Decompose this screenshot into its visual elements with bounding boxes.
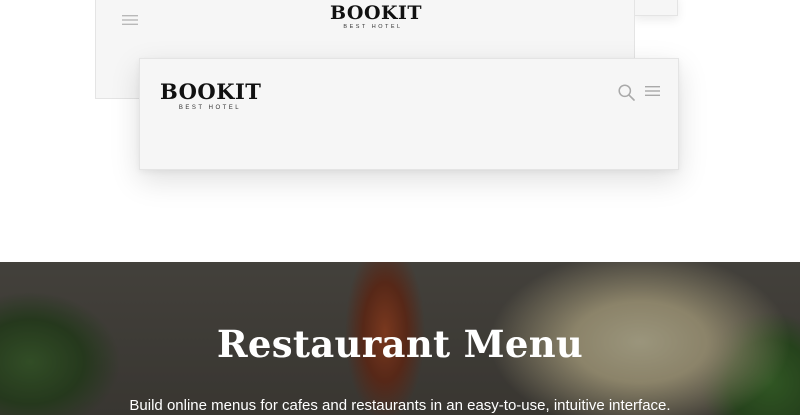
logo-tagline: BEST HOTEL xyxy=(343,24,403,30)
logo-tagline: BEST HOTEL xyxy=(178,105,242,111)
logo-name: BOOKIT xyxy=(330,2,423,24)
logo[interactable]: BOOKIT BEST HOTEL xyxy=(330,2,423,31)
restaurant-menu-hero: Restaurant Menu Build online menus for c… xyxy=(0,262,800,415)
search-icon[interactable] xyxy=(618,84,635,101)
header-preview-card-front: BOOKIT BEST HOTEL xyxy=(139,58,679,170)
hamburger-icon[interactable] xyxy=(122,14,138,26)
logo-name: BOOKIT xyxy=(160,79,262,104)
hero-description: Build online menus for cafes and restaur… xyxy=(129,397,671,414)
hero-title: Restaurant Menu xyxy=(216,322,584,366)
hamburger-icon[interactable] xyxy=(645,85,660,97)
logo[interactable]: BOOKIT BEST HOTEL xyxy=(160,79,262,111)
header-preview-card-edge xyxy=(634,0,678,16)
